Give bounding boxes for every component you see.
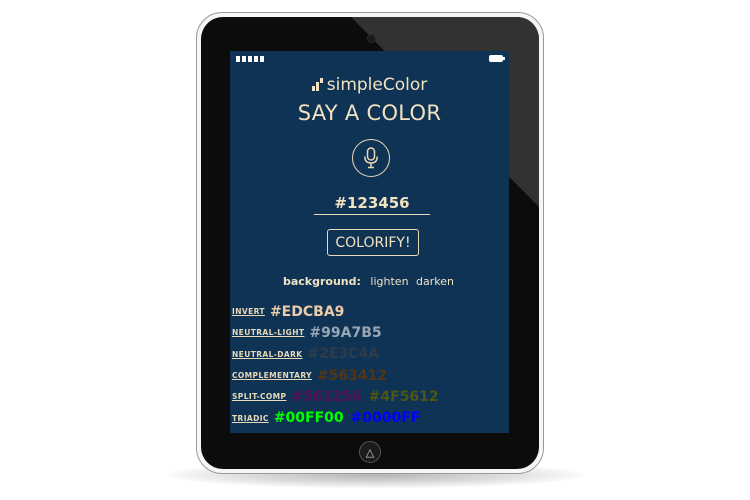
scheme-row-complementary: COMPLEMENTARY #563412 [232,365,509,386]
scheme-value-neutral-dark[interactable]: #2E3C4A [308,346,380,362]
scheme-row-split-comp: SPLIT-COMP #561256 #4F5612 [232,386,509,407]
microphone-icon [364,147,378,169]
scheme-label-complementary[interactable]: COMPLEMENTARY [232,371,312,380]
color-input[interactable] [314,192,430,215]
scheme-value-neutral-light[interactable]: #99A7B5 [309,325,381,341]
status-bar [230,51,509,67]
scheme-value-split-comp-1[interactable]: #561256 [291,389,361,405]
colorify-button[interactable]: COLORIFY! [327,229,419,256]
scheme-row-neutral-light: NEUTRAL-LIGHT #99A7B5 [232,322,509,343]
lighten-link[interactable]: lighten [370,275,408,288]
scheme-label-invert[interactable]: INVERT [232,307,265,316]
logo-text: simpleColor [326,75,428,95]
scheme-value-invert[interactable]: #EDCBA9 [270,304,344,320]
background-controls: background: lighten darken [230,275,509,288]
signal-strength-icon [236,56,264,62]
home-button[interactable]: △ [359,441,381,463]
front-camera [367,34,376,43]
color-scheme-list: INVERT #EDCBA9 NEUTRAL-LIGHT #99A7B5 NEU… [232,301,509,429]
background-label: background: [282,275,361,288]
scheme-label-neutral-dark[interactable]: NEUTRAL-DARK [232,350,303,359]
voice-input-button[interactable] [352,139,390,177]
app-screen: simpleColor SAY A COLOR COLORIFY! backgr… [230,51,509,433]
home-triangle-icon: △ [365,445,375,459]
device-mockup: simpleColor SAY A COLOR COLORIFY! backgr… [0,0,750,500]
scheme-value-triadic-2[interactable]: #0000FF [351,410,421,426]
scheme-row-triadic: TRIADIC #00FF00 #0000FF [232,407,509,428]
scheme-row-neutral-dark: NEUTRAL-DARK #2E3C4A [232,344,509,365]
darken-link[interactable]: darken [416,275,454,288]
scheme-row-invert: INVERT #EDCBA9 [232,301,509,322]
scheme-label-triadic[interactable]: TRIADIC [232,414,269,423]
scheme-value-complementary[interactable]: #563412 [317,368,387,384]
page-title: SAY A COLOR [297,101,442,125]
app-logo: simpleColor [230,75,509,95]
scheme-value-triadic-1[interactable]: #00FF00 [274,410,344,426]
scheme-label-neutral-light[interactable]: NEUTRAL-LIGHT [232,328,304,337]
scheme-label-split-comp[interactable]: SPLIT-COMP [232,392,286,401]
battery-icon [489,55,505,62]
logo-bars-icon [311,78,324,91]
scheme-value-split-comp-2[interactable]: #4F5612 [369,389,439,405]
